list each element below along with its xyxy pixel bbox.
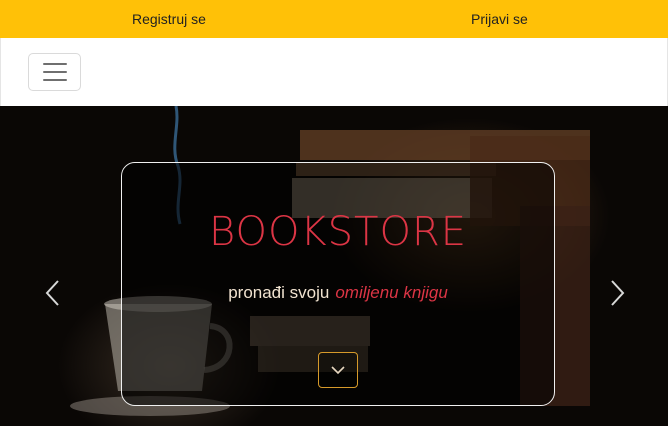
tagline-accent: omiljenu knjigu [335, 283, 448, 302]
carousel-next-button[interactable] [608, 276, 628, 310]
tagline-text: pronađi svoju [228, 283, 330, 302]
scroll-down-button[interactable] [318, 352, 358, 388]
hero-tagline: pronađi svoju omiljenu knjigu [122, 283, 554, 303]
hero-carousel: BOOKSTORE pronađi svoju omiljenu knjigu [0, 106, 668, 426]
login-link[interactable]: Prijavi se [471, 0, 528, 38]
top-bar: Registruj se Prijavi se [0, 0, 668, 38]
register-link[interactable]: Registruj se [132, 0, 206, 38]
hero-caption-box: BOOKSTORE pronađi svoju omiljenu knjigu [121, 162, 555, 406]
chevron-down-icon [331, 365, 345, 374]
carousel-prev-button[interactable] [42, 276, 62, 310]
navbar-toggler-button[interactable] [28, 53, 81, 91]
hamburger-menu-icon [42, 63, 67, 65]
hero-title: BOOKSTORE [208, 209, 468, 255]
chevron-left-icon [45, 280, 59, 306]
navbar [0, 38, 668, 106]
hamburger-menu-icon [42, 79, 67, 81]
chevron-right-icon [611, 280, 625, 306]
hamburger-menu-icon [42, 71, 67, 73]
